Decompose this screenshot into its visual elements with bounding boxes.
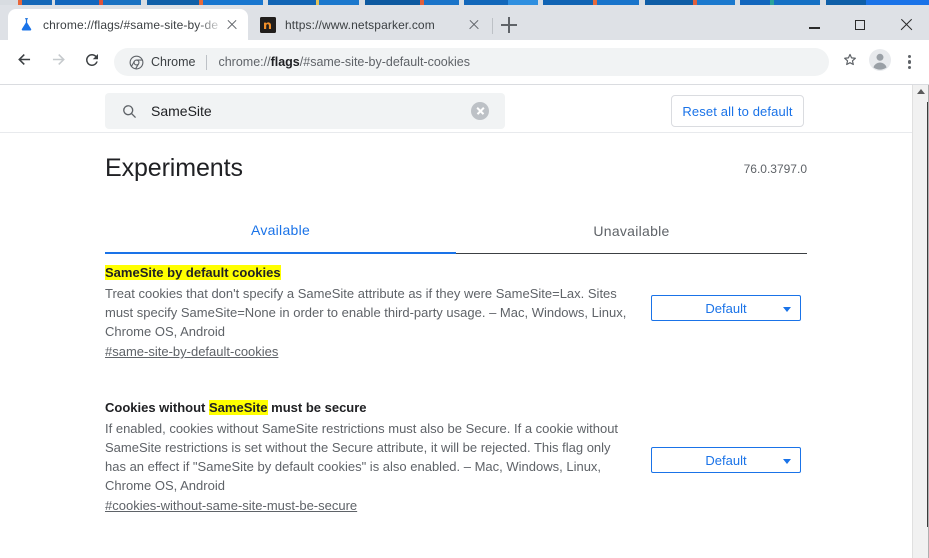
- experiment-select-wrap: Default: [651, 295, 801, 321]
- url-host: flags: [271, 55, 300, 69]
- star-icon: [841, 51, 859, 74]
- browser-tab-flags-title: chrome://flags/#same-site-by-de: [43, 18, 224, 32]
- reload-button[interactable]: [78, 48, 106, 76]
- scrollbar-thumb[interactable]: [914, 102, 929, 527]
- flags-page: SameSite Reset all to default Experiment…: [0, 85, 929, 558]
- experiment-title: Cookies without SameSite must be secure: [105, 399, 635, 416]
- chevron-down-icon: [783, 307, 791, 312]
- experiment-title-before: Cookies without: [105, 400, 209, 415]
- security-chip-label: Chrome: [151, 55, 195, 69]
- experiment-state-value: Default: [705, 301, 746, 316]
- back-arrow-icon: [15, 50, 34, 74]
- chrome-version-label: 76.0.3797.0: [744, 162, 807, 176]
- three-dot-menu-icon: [908, 53, 912, 72]
- search-icon: [119, 101, 139, 121]
- clear-search-icon[interactable]: [471, 102, 489, 120]
- browser-tab-netsparker[interactable]: https://www.netsparker.com: [250, 9, 490, 40]
- experiment-state-value: Default: [705, 453, 746, 468]
- experiment-row: Cookies without SameSite must be secure …: [0, 399, 912, 515]
- tab-divider: [492, 18, 493, 34]
- close-window-button[interactable]: [883, 10, 929, 40]
- url-prefix: chrome://: [218, 55, 270, 69]
- netsparker-icon: [260, 17, 276, 33]
- experiment-row: SameSite by default cookies Treat cookie…: [0, 264, 912, 361]
- flags-content: Experiments 76.0.3797.0 Available Unavai…: [0, 134, 912, 558]
- page-scrollbar[interactable]: [912, 85, 929, 558]
- search-match-highlight: SameSite: [209, 400, 268, 415]
- bookmark-button[interactable]: [835, 47, 865, 77]
- scroll-up-arrow-icon[interactable]: [917, 89, 925, 94]
- omnibox-divider: [206, 55, 207, 70]
- address-bar-url: chrome://flags/#same-site-by-default-coo…: [218, 55, 815, 69]
- experiment-text: SameSite by default cookies Treat cookie…: [105, 264, 635, 361]
- experiments-list: SameSite by default cookies Treat cookie…: [0, 264, 912, 515]
- reset-all-to-default-button[interactable]: Reset all to default: [671, 95, 804, 127]
- experiment-title: SameSite by default cookies: [105, 264, 635, 281]
- window-controls: [791, 10, 929, 40]
- page-title: Experiments: [105, 154, 243, 183]
- reload-icon: [83, 51, 101, 74]
- new-tab-button[interactable]: [498, 14, 520, 36]
- experiment-state-select[interactable]: Default: [651, 447, 801, 473]
- experiment-permalink[interactable]: #same-site-by-default-cookies: [105, 344, 278, 359]
- flags-tabs: Available Unavailable: [105, 207, 807, 254]
- forward-button: [44, 48, 72, 76]
- experiment-permalink[interactable]: #cookies-without-same-site-must-be-secur…: [105, 498, 357, 513]
- flags-title-row: Experiments 76.0.3797.0: [105, 154, 807, 183]
- chevron-down-icon: [783, 459, 791, 464]
- tab-strip: chrome://flags/#same-site-by-de https://…: [0, 5, 929, 40]
- experiment-text: Cookies without SameSite must be secure …: [105, 399, 635, 515]
- browser-tab-flags[interactable]: chrome://flags/#same-site-by-de: [8, 9, 248, 40]
- maximize-button[interactable]: [837, 10, 883, 40]
- address-bar[interactable]: Chrome chrome://flags/#same-site-by-defa…: [114, 48, 829, 76]
- experiment-description: If enabled, cookies without SameSite res…: [105, 419, 635, 495]
- profile-button[interactable]: [865, 47, 895, 77]
- experiment-description: Treat cookies that don't specify a SameS…: [105, 284, 635, 341]
- tab-unavailable[interactable]: Unavailable: [456, 207, 807, 254]
- search-match-highlight: SameSite by default cookies: [105, 265, 281, 280]
- flags-search-header: SameSite Reset all to default: [0, 85, 912, 133]
- toolbar-actions: [835, 47, 925, 77]
- avatar-icon: [868, 48, 892, 77]
- minimize-button[interactable]: [791, 10, 837, 40]
- close-icon[interactable]: [224, 17, 240, 33]
- forward-arrow-icon: [49, 50, 68, 74]
- browser-toolbar: Chrome chrome://flags/#same-site-by-defa…: [0, 40, 929, 85]
- experiment-title-after: must be secure: [268, 400, 367, 415]
- tab-available[interactable]: Available: [105, 207, 456, 254]
- browser-window: chrome://flags/#same-site-by-de https://…: [0, 0, 929, 558]
- search-input-value: SameSite: [151, 103, 471, 119]
- experiment-state-select[interactable]: Default: [651, 295, 801, 321]
- search-input[interactable]: SameSite: [105, 93, 505, 129]
- url-path: /#same-site-by-default-cookies: [300, 55, 470, 69]
- browser-tab-netsparker-title: https://www.netsparker.com: [285, 18, 466, 32]
- back-button[interactable]: [10, 48, 38, 76]
- browser-menu-button[interactable]: [895, 47, 925, 77]
- close-icon[interactable]: [466, 17, 482, 33]
- experiment-select-wrap: Default: [651, 447, 801, 473]
- chrome-logo-icon: [128, 54, 144, 70]
- flask-icon: [18, 17, 34, 33]
